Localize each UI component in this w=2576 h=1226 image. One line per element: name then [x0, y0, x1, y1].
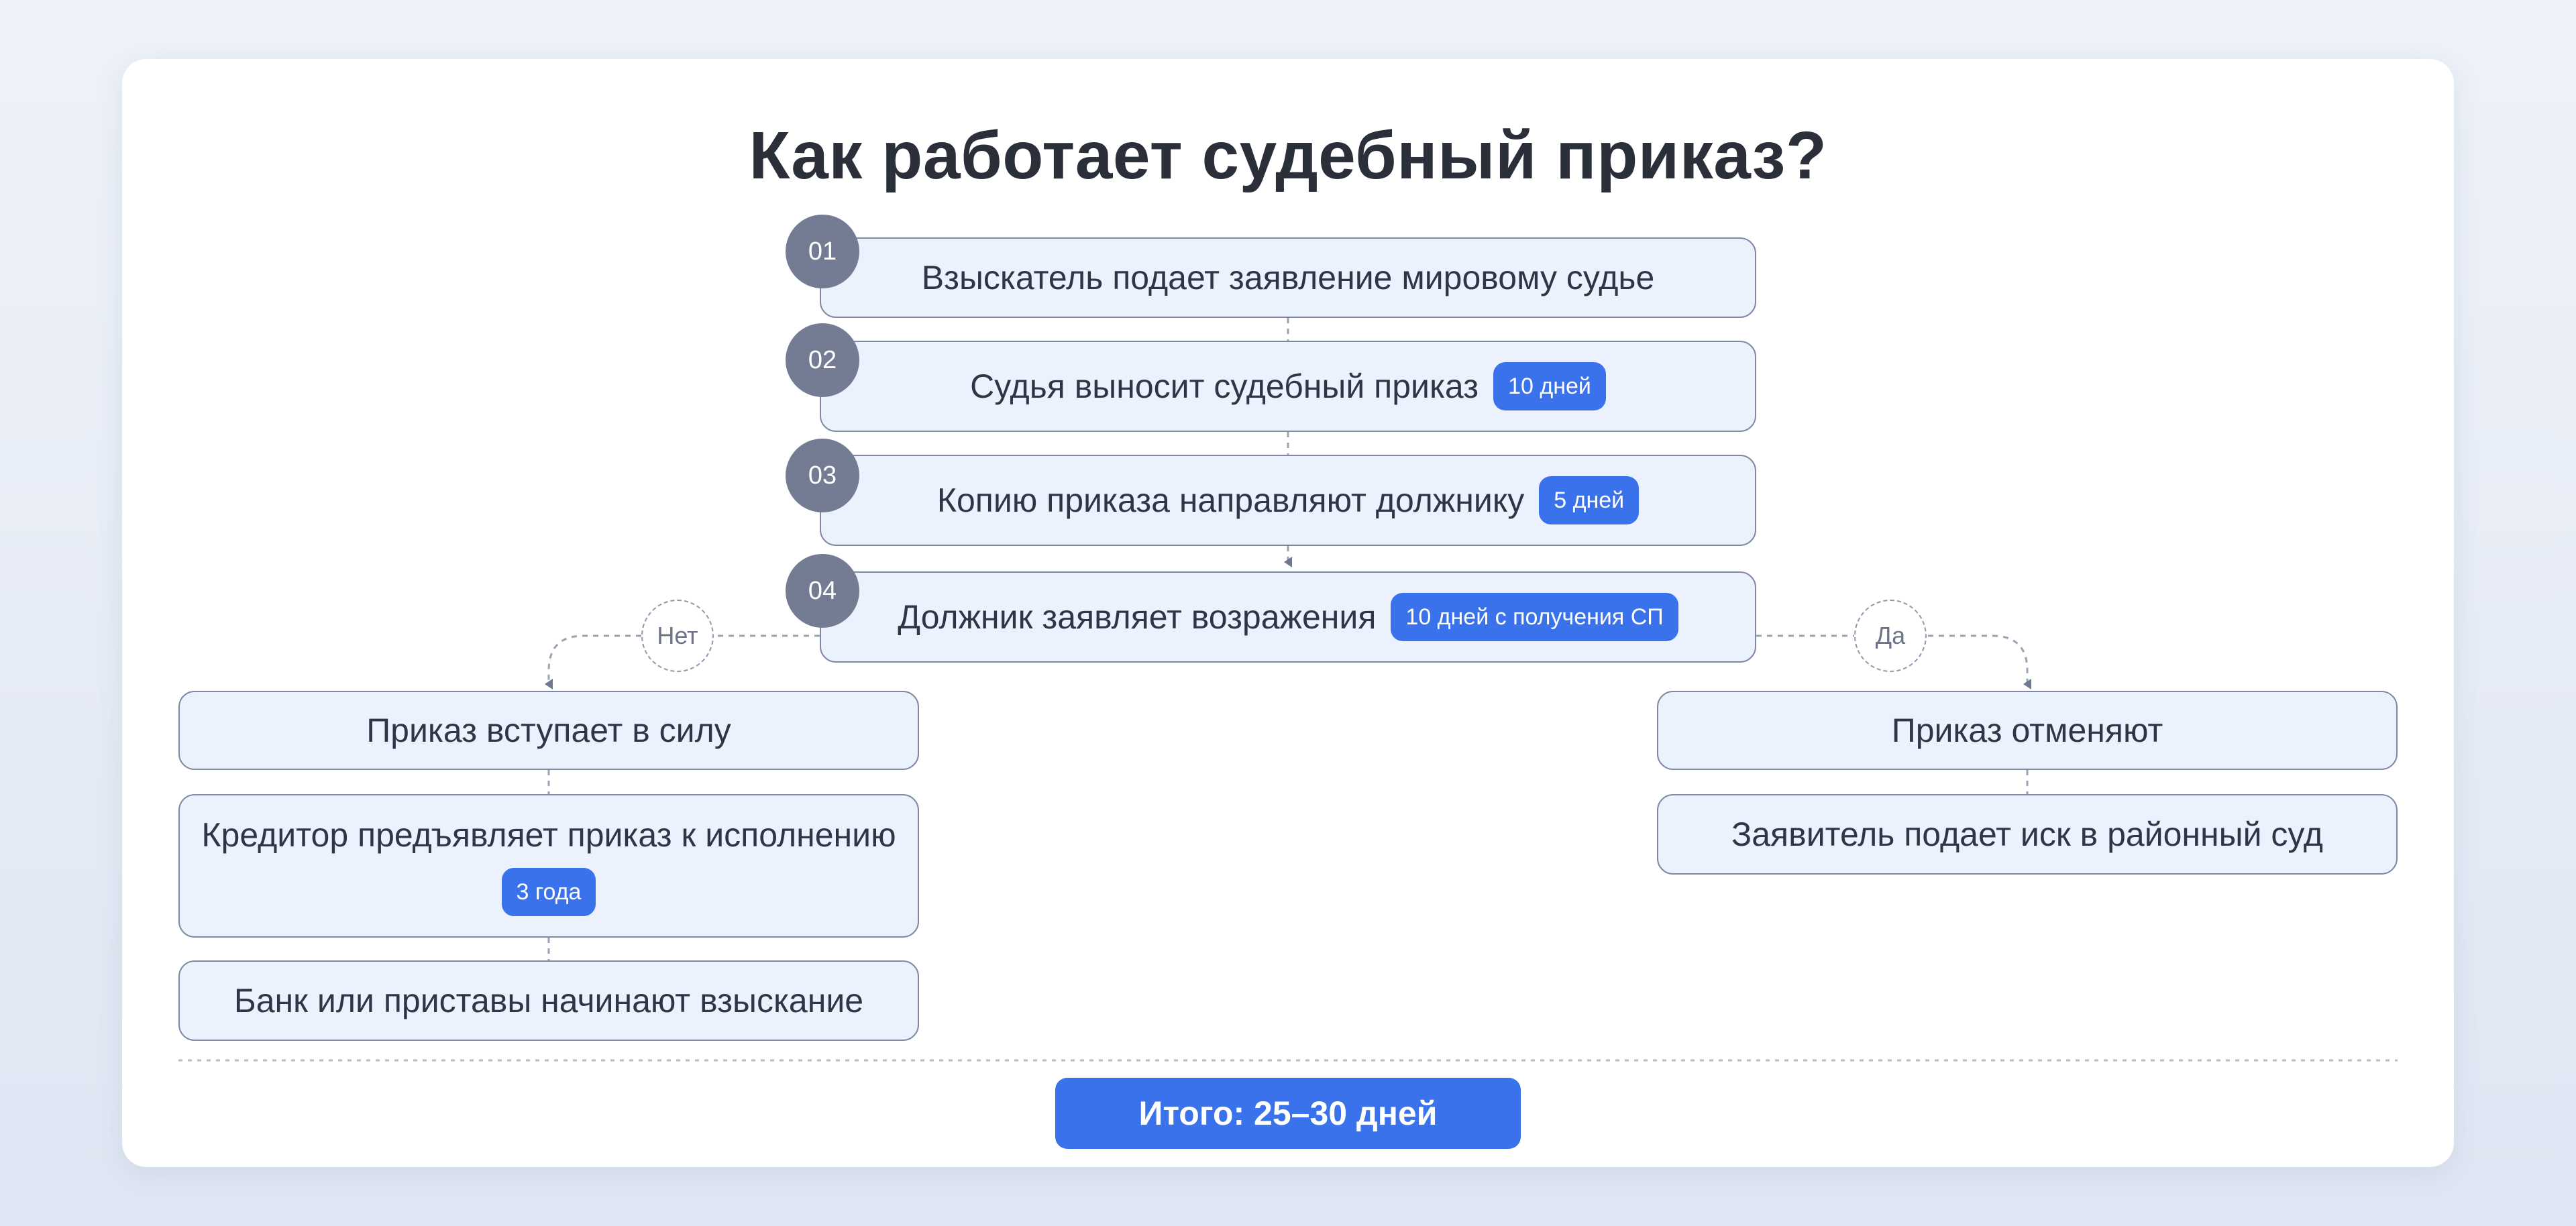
yes-branch-box-1: Приказ отменяют — [1657, 691, 2398, 770]
total-duration: Итого: 25–30 дней — [1055, 1078, 1521, 1149]
decision-no: Нет — [641, 600, 714, 672]
step-number-1: 01 — [786, 215, 859, 288]
duration-badge: 5 дней — [1539, 476, 1640, 524]
duration-badge: 3 года — [501, 868, 596, 916]
duration-badge: 10 дней с получения СП — [1391, 593, 1678, 641]
branch-text: Приказ вступает в силу — [366, 712, 731, 749]
branch-text: Кредитор предъявляет приказ к исполнению — [201, 816, 896, 854]
step-text: Взыскатель подает заявление мировому суд… — [921, 259, 1655, 296]
decision-yes: Да — [1854, 600, 1927, 672]
step-text: Должник заявляет возражения — [898, 598, 1377, 636]
step-number-2: 02 — [786, 323, 859, 397]
step-number-3: 03 — [786, 439, 859, 512]
step-box-3: Копию приказа направляют должнику 5 дней — [820, 455, 1756, 546]
yes-branch-box-2: Заявитель подает иск в районный суд — [1657, 794, 2398, 875]
branch-text: Заявитель подает иск в районный суд — [1731, 816, 2323, 853]
branch-text: Банк или приставы начинают взыскание — [233, 982, 864, 1019]
step-box-1: Взыскатель подает заявление мировому суд… — [820, 237, 1756, 318]
step-text: Копию приказа направляют должнику — [936, 482, 1525, 519]
step-box-4: Должник заявляет возражения 10 дней с по… — [820, 571, 1756, 663]
no-branch-box-3: Банк или приставы начинают взыскание — [178, 960, 919, 1041]
step-text: Судья выносит судебный приказ — [970, 368, 1479, 405]
no-branch-box-1: Приказ вступает в силу — [178, 691, 919, 770]
no-branch-box-2: Кредитор предъявляет приказ к исполнению… — [178, 794, 919, 938]
branch-text: Приказ отменяют — [1891, 712, 2163, 749]
step-box-2: Судья выносит судебный приказ 10 дней — [820, 341, 1756, 432]
step-number-4: 04 — [786, 554, 859, 628]
duration-badge: 10 дней — [1493, 362, 1606, 410]
